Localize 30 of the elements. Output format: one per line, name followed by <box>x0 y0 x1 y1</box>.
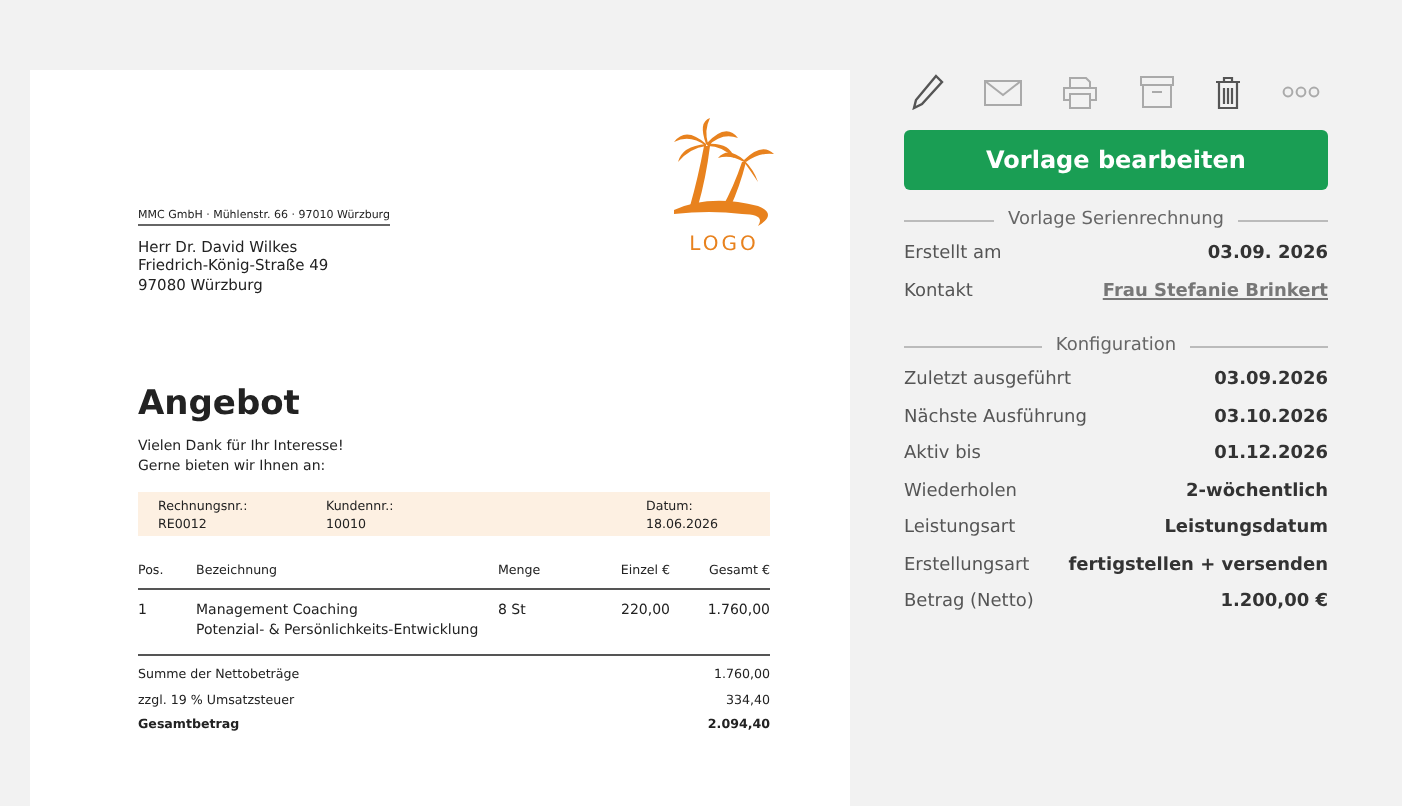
logo-text: LOGO <box>689 234 759 256</box>
field-label: Erstellungsart <box>904 553 1030 579</box>
contact-link[interactable]: Frau Stefanie Brinkert <box>1102 273 1328 310</box>
field-label: Wiederholen <box>904 479 1017 505</box>
archive-box-icon[interactable] <box>1139 76 1174 108</box>
field-value: 01.12.2026 <box>1214 442 1328 468</box>
field-label: Nächste Ausführung <box>904 405 1087 431</box>
field-value: 03.09. 2026 <box>1207 242 1328 268</box>
section-title: Vorlage Serienrechnung <box>1008 210 1224 230</box>
field-label: Betrag (Netto) <box>904 590 1034 616</box>
field-value: 1.200,00 € <box>1220 590 1328 616</box>
trash-icon[interactable] <box>1213 75 1242 109</box>
field-label: Zuletzt ausgeführt <box>904 368 1072 394</box>
field-label: Aktiv bis <box>904 442 981 468</box>
more-options-icon[interactable] <box>1281 86 1320 98</box>
field-label: Erstellt am <box>904 242 1002 268</box>
field-label: Kontakt <box>904 279 973 305</box>
field-value: 03.10.2026 <box>1214 405 1328 431</box>
edit-template-button[interactable]: Vorlage bearbeiten <box>904 130 1328 190</box>
field-label: Leistungsart <box>904 516 1016 542</box>
palm-island-logo-icon <box>670 118 778 230</box>
section-title: Konfiguration <box>1055 336 1177 356</box>
pencil-icon[interactable] <box>912 74 944 110</box>
field-value: 2-wöchentlich <box>1186 479 1328 505</box>
field-value: fertigstellen + versenden <box>1068 553 1328 579</box>
field-value: 03.09.2026 <box>1214 368 1328 394</box>
envelope-icon[interactable] <box>984 79 1023 105</box>
printer-icon[interactable] <box>1062 75 1099 109</box>
field-value: Leistungsdatum <box>1164 516 1328 542</box>
document-title: Angebot <box>138 384 302 424</box>
